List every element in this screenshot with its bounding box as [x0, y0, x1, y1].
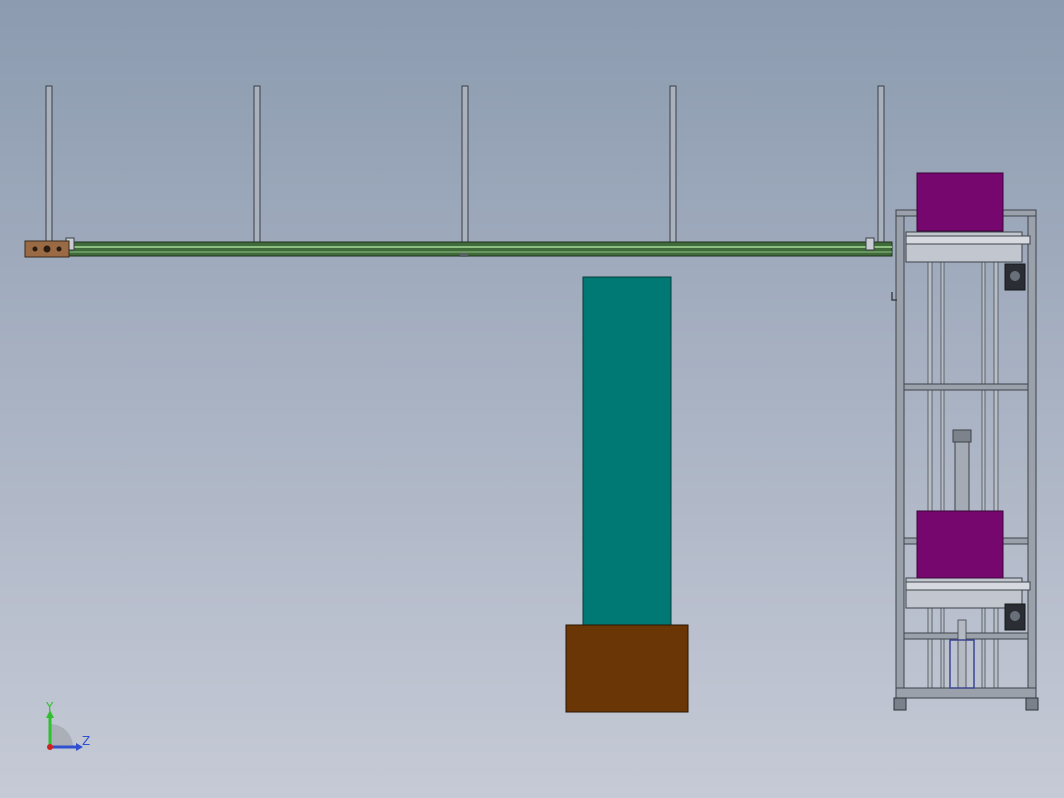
actuator-cylinder	[954, 439, 970, 513]
support-post	[461, 85, 469, 243]
frame-crossbar	[903, 383, 1029, 391]
guide-rod	[993, 261, 999, 693]
upper-payload-box[interactable]	[916, 172, 1004, 232]
triad-z-label: Z	[82, 734, 90, 748]
actuator-rod	[957, 619, 967, 689]
guide-rod	[940, 261, 945, 693]
upper-motor-shaft-icon	[1010, 271, 1020, 281]
bracket-hole-icon	[56, 246, 62, 252]
guide-rod	[981, 261, 986, 693]
frame-base	[895, 687, 1037, 699]
bracket-hole-icon	[32, 246, 38, 252]
center-column-assembly[interactable]	[565, 276, 689, 713]
lower-payload-box[interactable]	[916, 510, 1004, 579]
rail-clip	[460, 253, 468, 257]
actuator-cap	[952, 429, 972, 443]
lower-carriage-plate	[905, 581, 1031, 591]
support-post	[45, 85, 53, 243]
bracket-hole-icon	[43, 245, 51, 253]
lower-motor-shaft-icon	[1010, 611, 1020, 621]
frame-upright	[1027, 209, 1037, 706]
rail-body	[65, 241, 893, 257]
rail-end-cap	[865, 237, 875, 251]
guide-rod	[927, 261, 933, 693]
upper-carriage-plate	[905, 235, 1031, 245]
support-post	[877, 85, 885, 243]
model-canvas[interactable]: Y Z	[0, 0, 1064, 798]
frame-foot	[1025, 697, 1039, 711]
support-post	[669, 85, 677, 243]
triad-origin-icon	[47, 744, 53, 750]
frame-upright	[895, 209, 905, 706]
support-post	[253, 85, 261, 243]
triad-y-label: Y	[45, 700, 54, 714]
frame-foot	[893, 697, 907, 711]
brown-base-block[interactable]	[565, 624, 689, 713]
teal-column[interactable]	[582, 276, 672, 626]
cad-viewport[interactable]: Y Z	[0, 0, 1064, 798]
mounting-bracket[interactable]	[24, 240, 70, 258]
